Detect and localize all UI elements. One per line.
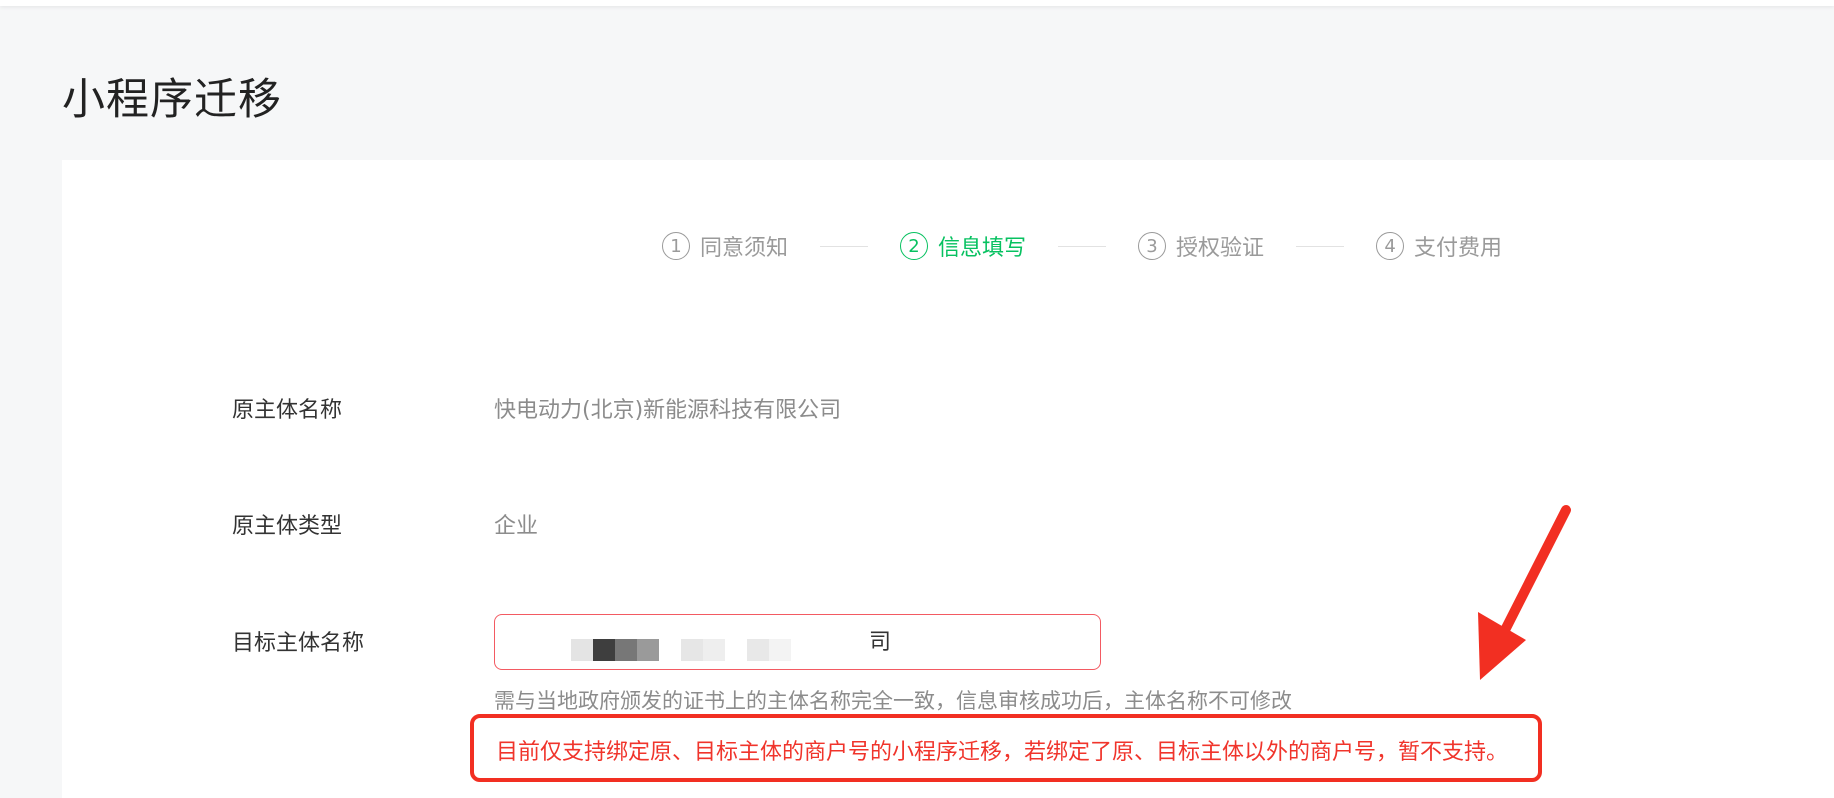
red-arrow-icon [1478, 505, 1571, 680]
step-2: 2 信息填写 [900, 230, 1026, 262]
original-name-value: 快电动力(北京)新能源科技有限公司 [494, 398, 842, 423]
step-indicator: 1 同意须知 2 信息填写 3 授权验证 4 支付费用 [662, 228, 1502, 264]
top-bar [0, 0, 1834, 6]
original-type-label: 原主体类型 [232, 514, 343, 539]
step-connector [820, 245, 869, 247]
step-2-number: 2 [900, 232, 929, 260]
target-name-hint: 需与当地政府颁发的证书上的主体名称完全一致，信息审核成功后，主体名称不可修改 [494, 689, 1292, 713]
step-1-label: 同意须知 [700, 236, 789, 261]
step-4-number: 4 [1376, 232, 1405, 260]
page-title: 小程序迁移 [62, 75, 282, 125]
step-3-label: 授权验证 [1176, 236, 1265, 261]
target-name-label: 目标主体名称 [232, 631, 365, 656]
step-connector [1058, 245, 1107, 247]
step-3-number: 3 [1138, 232, 1167, 260]
target-name-value: 司 [869, 630, 892, 655]
step-connector [1296, 245, 1345, 247]
step-4: 4 支付费用 [1376, 230, 1502, 262]
step-3: 3 授权验证 [1138, 230, 1264, 262]
step-1: 1 同意须知 [662, 230, 788, 262]
redacted-text [571, 639, 791, 661]
target-name-input[interactable]: 司 [494, 614, 1101, 670]
step-4-label: 支付费用 [1414, 236, 1503, 261]
original-name-label: 原主体名称 [232, 398, 343, 423]
original-type-value: 企业 [494, 514, 539, 539]
step-2-label: 信息填写 [938, 236, 1027, 261]
step-1-number: 1 [662, 232, 690, 260]
warning-notice-text: 目前仅支持绑定原、目标主体的商户号的小程序迁移，若绑定了原、目标主体以外的商户号… [496, 740, 1509, 765]
